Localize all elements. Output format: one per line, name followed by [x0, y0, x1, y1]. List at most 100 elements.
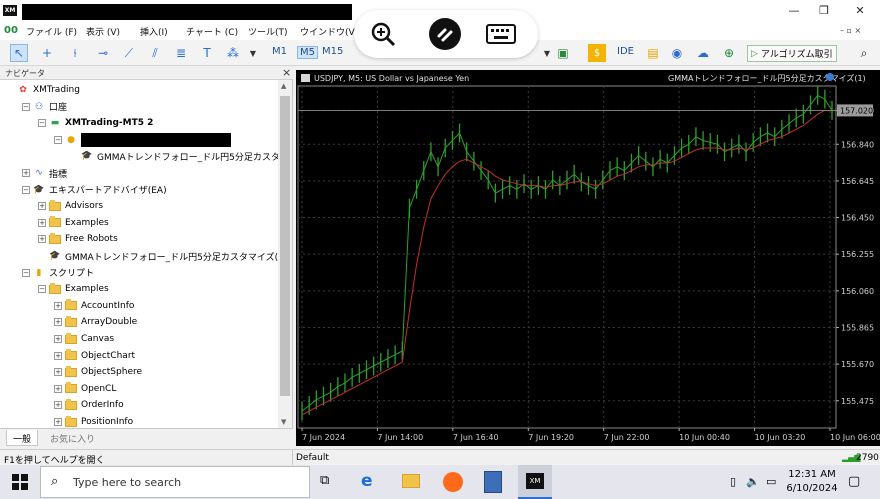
algo-trading-button[interactable]: ▷ アルゴリズム取引 — [747, 45, 837, 62]
connection-status: 2790 — [856, 453, 879, 463]
expand-icon[interactable]: + — [54, 401, 62, 410]
collapse-icon[interactable]: − — [54, 135, 62, 144]
dollar-icon[interactable]: $ — [588, 44, 606, 62]
network-icon[interactable]: ▭ — [766, 475, 776, 488]
edge-browser-icon[interactable]: e — [361, 471, 373, 491]
nav-tree-item[interactable]: + ArrayDouble — [54, 314, 137, 330]
navigator-close-button[interactable]: × — [282, 66, 291, 79]
nav-tree-item[interactable]: 🎓 GMMAトレンドフォロー_ドル円5分足カスタマイズ(1) — [38, 248, 278, 264]
nav-tree-item[interactable]: − ▬ XMTrading-MT5 2 — [38, 115, 153, 131]
trendline-icon[interactable]: ⟋ — [120, 44, 138, 62]
cursor-icon[interactable]: ↖ — [10, 44, 28, 62]
vps-icon[interactable]: ⊕ — [720, 44, 738, 62]
cloud-icon[interactable]: ☁ — [694, 44, 712, 62]
notepad-icon[interactable] — [484, 471, 502, 493]
expand-icon[interactable]: + — [54, 318, 62, 327]
nav-tree-item[interactable]: + ObjectSphere — [54, 364, 142, 380]
price-chart[interactable]: 157.020 156.840 156.645 156.450 156.255 156.0… — [296, 70, 880, 446]
collapse-icon[interactable]: − — [22, 102, 30, 111]
menu-insert[interactable]: 挿入(I) — [140, 25, 168, 38]
tab-favorites[interactable]: お気に入り — [44, 430, 101, 446]
nav-tree-item[interactable]: + Advisors — [38, 198, 103, 214]
nav-tree-item[interactable]: + Canvas — [54, 331, 114, 347]
ide-button[interactable]: IDE — [617, 46, 634, 57]
battery-icon[interactable]: ▯ — [730, 475, 736, 488]
clock-time[interactable]: 12:31 AM — [788, 469, 836, 480]
status-bar: F1を押してヘルプを開く Default ▂▄▆ 2790 — [0, 449, 880, 466]
expand-icon[interactable]: + — [54, 301, 62, 310]
expand-icon[interactable]: + — [54, 384, 62, 393]
taskbar-mt5-active[interactable]: XM — [518, 465, 552, 499]
nav-tree-item[interactable]: + ObjectChart — [54, 348, 135, 364]
menu-chart[interactable]: チャート (C) — [186, 25, 238, 38]
menu-file[interactable]: ファイル (F) — [26, 25, 77, 38]
menu-view[interactable]: 表示 (V) — [86, 25, 120, 38]
shapes-icon[interactable]: ⁂ — [224, 44, 242, 62]
scroll-down-icon[interactable]: ▼ — [281, 418, 286, 426]
volume-icon[interactable]: 🔈 — [746, 475, 760, 488]
nav-tree-item[interactable]: + Examples — [38, 215, 109, 231]
nav-tree-item[interactable]: + OpenCL — [54, 381, 116, 397]
nav-tree-item[interactable]: + ∿ 指標 — [22, 165, 67, 181]
crosshair-icon[interactable]: + — [38, 44, 56, 62]
timeframe-m15[interactable]: M15 — [322, 46, 343, 57]
expand-icon[interactable]: + — [22, 169, 30, 177]
indicators-icon[interactable]: ▣ — [554, 44, 572, 62]
close-button[interactable]: ✕ — [848, 3, 872, 19]
y-tick-label: 156.450 — [841, 214, 874, 223]
shapes-dropdown-icon[interactable]: ▼ — [244, 44, 262, 62]
zoom-icon[interactable] — [366, 18, 400, 50]
remote-logo-icon[interactable] — [428, 18, 462, 50]
nav-tree-item[interactable]: − 🎓 エキスパートアドバイザ(EA) — [22, 182, 167, 198]
expand-icon[interactable]: + — [54, 351, 62, 360]
collapse-icon[interactable]: − — [22, 268, 30, 277]
menu-window[interactable]: ウインドウ(V — [300, 25, 355, 38]
file-explorer-icon[interactable] — [402, 474, 420, 488]
vertical-line-icon[interactable]: ⫮ — [66, 44, 84, 62]
nav-tree-item[interactable]: 🎓 GMMAトレンドフォロー_ドル円5分足カスタマイズ — [70, 148, 278, 164]
tab-general[interactable]: 一般 — [6, 430, 39, 446]
nav-tree-item[interactable]: + AccountInfo — [54, 298, 134, 314]
expand-icon[interactable]: + — [38, 202, 46, 211]
minimize-button[interactable]: — — [782, 3, 806, 19]
nav-tree-item[interactable]: − Examples — [38, 281, 109, 297]
clock-date[interactable]: 6/10/2024 — [786, 483, 838, 494]
search-icon[interactable]: ⌕ — [855, 44, 873, 62]
nav-tree-item[interactable]: − ● — [54, 132, 231, 148]
keyboard-icon[interactable] — [484, 18, 518, 50]
text-tool-icon[interactable]: T — [198, 44, 216, 62]
windows-start-icon[interactable] — [12, 474, 28, 493]
nav-tree-item[interactable]: + Free Robots — [38, 231, 118, 247]
nav-tree-item[interactable]: − ⚇ 口座 — [22, 99, 67, 115]
expand-icon[interactable]: + — [54, 335, 62, 343]
redacted-account — [81, 132, 231, 147]
firefox-icon[interactable] — [443, 472, 463, 492]
expand-icon[interactable]: + — [38, 218, 46, 227]
fibonacci-icon[interactable]: ≣ — [172, 44, 190, 62]
horizontal-line-icon[interactable]: ⊸ — [94, 44, 112, 62]
notification-icon[interactable]: ▢ — [848, 474, 860, 489]
scroll-up-icon[interactable]: ▲ — [281, 82, 286, 90]
collapse-icon[interactable]: − — [38, 285, 46, 294]
nav-tree-item[interactable]: + PositionInfo — [54, 414, 133, 428]
timeframe-m5[interactable]: M5 — [297, 46, 318, 59]
lock-icon[interactable]: ▤ — [644, 44, 662, 62]
maximize-button[interactable]: ❐ — [812, 3, 836, 19]
menu-tools[interactable]: ツール(T) — [248, 25, 288, 38]
nav-tree-item[interactable]: − ▮ スクリプト — [22, 265, 94, 281]
signals-icon[interactable]: ◉ — [668, 44, 686, 62]
collapse-icon[interactable]: − — [38, 119, 46, 128]
collapse-icon[interactable]: − — [22, 185, 30, 194]
expand-icon[interactable]: + — [38, 235, 46, 244]
timeframe-m1[interactable]: M1 — [272, 46, 287, 57]
channel-icon[interactable]: ⫽ — [146, 44, 164, 62]
expand-icon[interactable]: + — [54, 418, 62, 426]
mdi-controls[interactable]: – ▫ × — [840, 26, 861, 35]
navigator-scroll-thumb[interactable] — [280, 96, 290, 396]
nav-tree-item[interactable]: + OrderInfo — [54, 397, 124, 413]
task-view-icon[interactable]: ⧉ — [320, 473, 329, 488]
plot-frame — [297, 85, 837, 429]
taskbar-search-box[interactable]: ⌕ Type here to search — [40, 466, 310, 498]
expand-icon[interactable]: + — [54, 368, 62, 377]
nav-tree-item[interactable]: ✿ XMTrading — [6, 82, 80, 98]
